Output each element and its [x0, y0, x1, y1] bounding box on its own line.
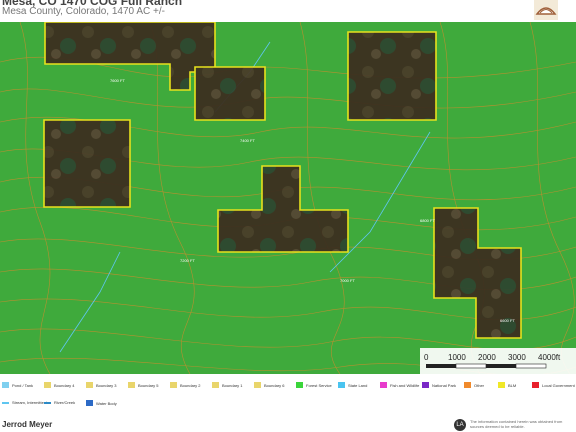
legend-item: Boundary 4	[44, 382, 74, 388]
boundary-icon	[44, 382, 51, 388]
contour-label: 7400 FT	[240, 138, 255, 143]
river-icon	[44, 401, 51, 404]
scale-bar: 0 1000 2000 3000 4000ft	[420, 348, 576, 374]
local-icon	[532, 382, 539, 388]
page-footer: Jerrod Meyer LA The information containe…	[0, 418, 576, 432]
brand-logo	[534, 0, 558, 20]
legend-item: Boundary 2	[170, 382, 200, 388]
contour-label: 7600 FT	[110, 78, 125, 83]
scale-bar-graphic: 0 1000 2000 3000 4000ft	[424, 353, 561, 369]
parcel-northeast	[347, 31, 437, 121]
scale-tick-label: 2000	[478, 353, 496, 362]
contour-label: 7000 FT	[340, 278, 355, 283]
agent-name: Jerrod Meyer	[2, 420, 53, 429]
brand-badge-icon: LA	[454, 419, 466, 431]
boundary-icon	[254, 382, 261, 388]
boundary-icon	[212, 382, 219, 388]
legend-item: River/Creek	[44, 400, 75, 405]
legend-item: Fish and Wildlife	[380, 382, 419, 388]
legend-item: Boundary 3	[86, 382, 116, 388]
map-legend: Pond / Tank Boundary 4 Boundary 3 Bounda…	[0, 378, 576, 418]
contour-label: 6800 FT	[420, 218, 435, 223]
blm-icon	[498, 382, 505, 388]
water-icon	[86, 400, 93, 406]
legend-item: Forest Service	[296, 382, 332, 388]
pond-icon	[2, 382, 9, 388]
parcel-north-center	[194, 66, 266, 121]
legend-item: Boundary 5	[128, 382, 158, 388]
legend-item: Water Body	[86, 400, 117, 406]
legend-item: Boundary 6	[254, 382, 284, 388]
legend-item: Pond / Tank	[2, 382, 33, 388]
disclaimer-text: The information contained herein was obt…	[470, 419, 563, 429]
topographic-map[interactable]: 6600 FT 6800 FT 7000 FT 7200 FT 7400 FT …	[0, 22, 576, 374]
legend-item: Boundary 1	[212, 382, 242, 388]
scale-tick-label: 1000	[448, 353, 466, 362]
forest-icon	[296, 382, 303, 388]
map-canvas[interactable]: 6600 FT 6800 FT 7000 FT 7200 FT 7400 FT …	[0, 22, 576, 374]
state-icon	[338, 382, 345, 388]
legend-item: Local Government	[532, 382, 575, 388]
page-subtitle: Mesa County, Colorado, 1470 AC +/-	[2, 6, 165, 17]
boundary-icon	[128, 382, 135, 388]
parcel-west	[43, 119, 131, 208]
legend-item: Other	[464, 382, 484, 388]
contour-label: 6600 FT	[500, 318, 515, 323]
park-icon	[422, 382, 429, 388]
contour-label: 7200 FT	[180, 258, 195, 263]
scale-tick-label: 3000	[508, 353, 526, 362]
legend-item: National Park	[422, 382, 456, 388]
boundary-icon	[170, 382, 177, 388]
other-icon	[464, 382, 471, 388]
scale-tick-label: 4000ft	[538, 353, 561, 362]
boundary-icon	[86, 382, 93, 388]
map-header: Mesa, CO 1470 COG Full Ranch Mesa County…	[0, 0, 576, 22]
legend-item: BLM	[498, 382, 516, 388]
legend-item: Stream, Intermittent	[2, 400, 47, 405]
legend-item: State Land	[338, 382, 367, 388]
stream-icon	[2, 401, 9, 404]
fish-icon	[380, 382, 387, 388]
scale-tick-label: 0	[424, 353, 429, 362]
